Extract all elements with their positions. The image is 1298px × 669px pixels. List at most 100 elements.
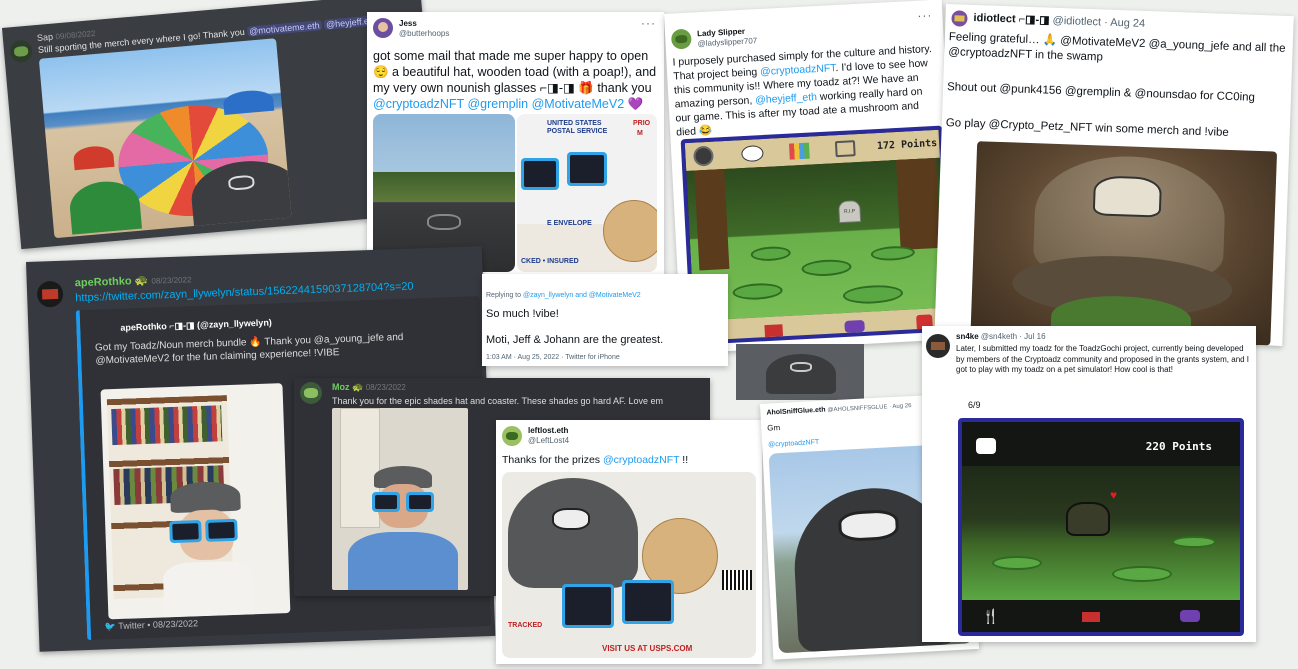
beach-umbrella-blue <box>222 88 275 115</box>
idiotlect-tweet: idiotlect ⌐◨-◨ @idiotlect · Aug 24 Feeli… <box>934 4 1294 346</box>
twitter-bird-icon: 🐦 <box>104 621 117 632</box>
jess-avatar[interactable] <box>373 18 393 38</box>
moz-date: 08/23/2022 <box>365 383 406 392</box>
envelope-label: UNITED STATES POSTAL SERVICE <box>547 120 608 135</box>
toadzgochi-game-screen[interactable]: 220 Points ♥ 🍴 <box>958 418 1244 636</box>
chat-bubble-icon <box>741 144 764 163</box>
moz-username[interactable]: Moz <box>332 382 350 392</box>
tree-trunk <box>694 169 730 271</box>
lady-handle[interactable]: @ladyslipper707 <box>697 36 757 49</box>
gamepad-icon <box>1180 610 1200 622</box>
aperothko-avatar[interactable] <box>36 280 64 308</box>
lily-pad <box>992 556 1042 570</box>
aperothko-username[interactable]: apeRothko <box>75 275 132 289</box>
leftlost-text: Thanks for the prizes @cryptoadzNFT !! <box>502 454 689 466</box>
person-in-cap <box>160 480 255 618</box>
reply-meta: 1:03 AM · Aug 25, 2022 · Twitter for iPh… <box>486 354 620 361</box>
cap-logo <box>427 214 461 230</box>
game-points: 220 Points <box>1145 440 1212 453</box>
ahole-name[interactable]: AholSniffGlue.eth <box>766 407 825 417</box>
idiotlect-name[interactable]: idiotlect ⌐◨-◨ <box>973 12 1049 27</box>
leftlost-merch-photo[interactable]: TRACKED VISIT US AT USPS.COM <box>502 472 756 658</box>
sap-avatar[interactable] <box>9 39 34 64</box>
ahole-header: AholSniffGlue.eth @AHOLSNIFFSGLUE · Aug … <box>766 402 911 417</box>
fork-knife-icon: 🍴 <box>982 608 1000 624</box>
barcode <box>722 570 752 590</box>
person-in-cap <box>348 466 458 590</box>
lily-pad <box>801 258 852 278</box>
toad-sprite <box>1066 502 1110 536</box>
jess-glasses-photo[interactable]: UNITED STATES POSTAL SERVICE PRIO M E EN… <box>517 114 657 272</box>
sn4ke-avatar[interactable] <box>926 334 950 358</box>
game-points: 172 Points <box>876 137 938 153</box>
embed-author[interactable]: apeRothko ⌐◨-◨ (@zayn_llywelyn) <box>120 317 272 333</box>
sap-username[interactable]: Sap <box>37 32 54 43</box>
beach-umbrella-red <box>72 144 115 171</box>
lady-mention-heyjeff[interactable]: @heyjeff_eth <box>755 91 817 106</box>
bed-icon <box>764 324 784 338</box>
cap-logo <box>227 174 255 191</box>
ahole-handle[interactable]: @AHOLSNIFFSGLUE · Aug 26 <box>827 403 911 413</box>
ahole-text: Gm <box>767 422 781 433</box>
bed-icon <box>1082 612 1100 622</box>
cap-crown <box>508 478 638 588</box>
gravestone: R.I.P <box>838 199 862 224</box>
lily-pad <box>842 283 904 306</box>
gamepad-icon <box>844 319 865 333</box>
leftlost-handle[interactable]: @LeftLost4 <box>528 436 569 446</box>
jess-mention-cryptoadz[interactable]: @cryptoadzNFT <box>373 97 464 111</box>
jess-name[interactable]: Jess <box>399 19 449 29</box>
bars-icon <box>788 142 810 160</box>
sn4ke-name[interactable]: sn4ke <box>956 332 979 341</box>
jess-mention-motivateme[interactable]: @MotivateMeV2 <box>532 97 625 111</box>
idiotlect-line-2: Shout out @punk4156 @gremplin & @nounsda… <box>946 81 1256 104</box>
cap-logo <box>1092 175 1163 218</box>
ahole-mention-cryptoadz[interactable]: @cryptoadzNFT <box>768 439 819 449</box>
jess-handle[interactable]: @butterhoops <box>399 29 449 39</box>
game-bottom-bar: 🍴 <box>962 600 1240 632</box>
bookshelf-photo[interactable] <box>100 383 291 620</box>
lily-pad <box>870 245 916 262</box>
chat-bubble-icon <box>976 438 996 454</box>
sn4ke-tweet: sn4ke @sn4keth · Jul 16 Later, I submitt… <box>922 326 1256 642</box>
cap-logo <box>552 508 590 530</box>
lady-avatar[interactable] <box>670 28 692 50</box>
jess-mention-gremplin[interactable]: @gremplin <box>467 97 528 111</box>
more-dots-icon[interactable]: ··· <box>641 16 656 30</box>
idiotlect-cap-photo[interactable] <box>970 141 1278 346</box>
idiotlect-line-3: Go play @Crypto_Petz_NFT win some merch … <box>945 117 1229 139</box>
leftlost-avatar[interactable] <box>502 426 522 446</box>
embed-text: Got my Toadz/Noun merch bundle 🔥 Thank y… <box>94 331 404 367</box>
idiotlect-avatar[interactable] <box>951 10 968 27</box>
replying-to: Replying to @zayn_llywelyn and @Motivate… <box>486 292 641 299</box>
cap-snippet-photo <box>736 344 864 400</box>
sap-mention-motivateme[interactable]: @motivateme.eth <box>246 20 323 37</box>
cart-icon <box>834 140 856 158</box>
heart-icon: ♥ <box>1110 488 1118 502</box>
aperothko-date: 08/23/2022 <box>151 275 192 286</box>
blue-nounish-glasses <box>521 148 611 198</box>
jess-tweet-text: got some mail that made me super happy t… <box>373 49 657 111</box>
idiotlect-line-1: Feeling grateful… 🙏 @MotivateMeV2 @a_you… <box>948 31 1286 64</box>
lily-pad <box>750 245 792 262</box>
books <box>111 405 223 446</box>
sn4ke-page: 6/9 <box>968 400 981 410</box>
swamp-scene: ♥ <box>962 466 1240 600</box>
idiotlect-handle[interactable]: @idiotlect · Aug 24 <box>1052 15 1145 30</box>
moz-selfie-photo[interactable] <box>332 408 468 590</box>
leftlost-mention-cryptoadz[interactable]: @cryptoadzNFT <box>603 454 679 466</box>
more-dots-icon[interactable]: ··· <box>917 8 933 23</box>
lady-tweet-text: I purposely purchased simply for the cul… <box>672 43 933 139</box>
beach-photo[interactable] <box>38 38 292 239</box>
sn4ke-handle[interactable]: @sn4keth · Jul 16 <box>981 332 1046 341</box>
tree-trunk <box>895 157 941 250</box>
lily-pad <box>732 282 784 301</box>
reply-line-1: So much !vibe! <box>486 308 559 320</box>
leftlost-name[interactable]: leftlost.eth <box>528 426 569 436</box>
moz-avatar[interactable] <box>300 382 322 404</box>
lily-pad <box>1112 566 1172 582</box>
jess-tweet: Jess @butterhoops ··· got some mail that… <box>367 12 664 276</box>
moz-text: Thank you for the epic shades hat and co… <box>332 396 664 406</box>
tree-line <box>373 172 515 202</box>
leftlost-tweet: leftlost.eth @LeftLost4 Thanks for the p… <box>496 420 762 664</box>
